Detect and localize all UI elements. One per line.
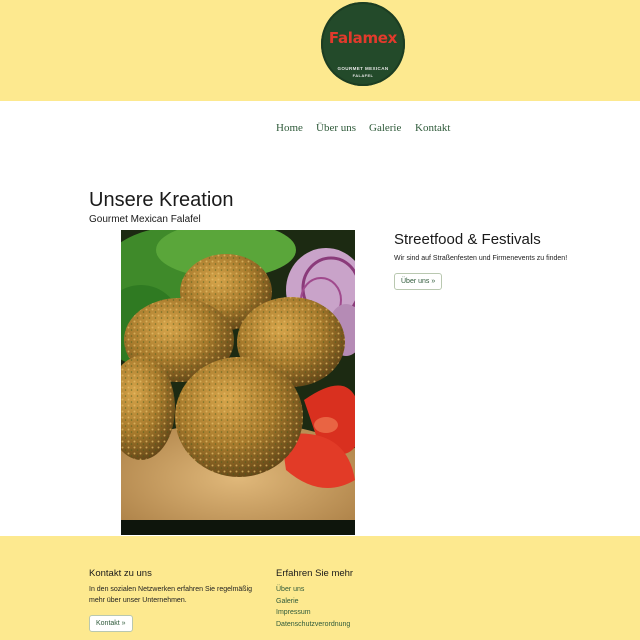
nav-ueber-uns[interactable]: Über uns bbox=[316, 122, 356, 134]
footer-link-item: Über uns bbox=[276, 584, 350, 596]
page-subtitle: Gourmet Mexican Falafel bbox=[89, 214, 201, 225]
about-us-button[interactable]: Über uns » bbox=[394, 273, 443, 290]
falafel-photo bbox=[121, 230, 355, 535]
footer-link-galerie[interactable]: Galerie bbox=[276, 598, 299, 605]
falafel-illustration bbox=[121, 230, 355, 535]
contact-button[interactable]: Kontakt » bbox=[89, 615, 133, 632]
footer-link-item: Impressum bbox=[276, 607, 350, 619]
nav-kontakt[interactable]: Kontakt bbox=[415, 122, 450, 134]
page-title: Unsere Kreation bbox=[89, 189, 234, 211]
logo-tagline: GOURMET MEXICAN bbox=[337, 66, 389, 71]
logo-wordmark: Falamex bbox=[328, 29, 398, 47]
logo-tagline-2: FALAFEL bbox=[352, 73, 374, 78]
aside-title: Streetfood & Festivals bbox=[394, 231, 541, 248]
footer-link-item: Datenschutzverordnung bbox=[276, 619, 350, 631]
main-nav: Home Über uns Galerie Kontakt bbox=[0, 122, 640, 136]
logo[interactable]: Falamex GOURMET MEXICAN FALAFEL bbox=[321, 2, 405, 86]
footer-contact-text: In den sozialen Netzwerken erfahren Sie … bbox=[89, 586, 253, 604]
footer-link-item: Galerie bbox=[276, 596, 350, 608]
footer-contact-heading: Kontakt zu uns bbox=[89, 568, 152, 579]
footer: Kontakt zu uns In den sozialen Netzwerke… bbox=[0, 536, 640, 640]
aside-text: Wir sind auf Straßenfesten und Firmeneve… bbox=[394, 255, 568, 262]
footer-links: Über uns Galerie Impressum Datenschutzve… bbox=[276, 584, 350, 630]
footer-more-heading: Erfahren Sie mehr bbox=[276, 568, 354, 579]
footer-link-datenschutz[interactable]: Datenschutzverordnung bbox=[276, 621, 350, 628]
footer-link-impressum[interactable]: Impressum bbox=[276, 609, 311, 616]
footer-link-ueber-uns[interactable]: Über uns bbox=[276, 586, 304, 593]
nav-home[interactable]: Home bbox=[276, 122, 303, 134]
header-band: Falamex GOURMET MEXICAN FALAFEL bbox=[0, 0, 640, 101]
nav-galerie[interactable]: Galerie bbox=[369, 122, 401, 134]
